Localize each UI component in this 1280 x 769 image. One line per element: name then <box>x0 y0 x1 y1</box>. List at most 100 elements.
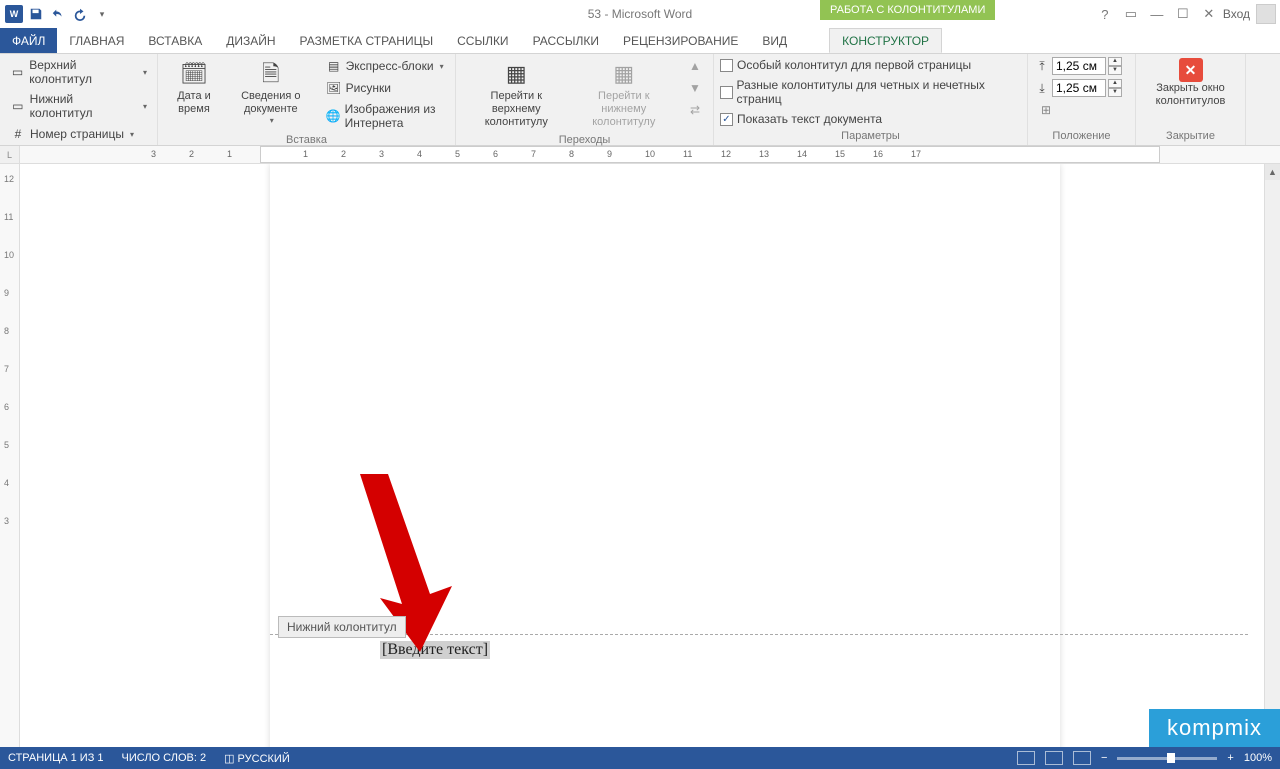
ruler-tick: 3 <box>379 149 384 159</box>
undo-icon[interactable] <box>48 4 68 24</box>
status-words[interactable]: ЧИСЛО СЛОВ: 2 <box>122 752 207 764</box>
spin-down-icon[interactable]: ▼ <box>1108 88 1122 97</box>
qat-customize-icon[interactable]: ▾ <box>92 4 112 24</box>
ruler-tick: 15 <box>835 149 845 159</box>
tab-home[interactable]: ГЛАВНАЯ <box>57 28 136 53</box>
pictures-icon: 🖼 <box>326 80 342 96</box>
header-icon: ▭ <box>10 64 25 80</box>
minimize-icon[interactable]: — <box>1145 4 1169 24</box>
online-pictures-icon: 🌐 <box>326 108 341 124</box>
tab-mailings[interactable]: РАССЫЛКИ <box>521 28 611 53</box>
checkbox-icon <box>720 86 733 99</box>
tab-file[interactable]: ФАЙЛ <box>0 28 57 53</box>
pictures-label: Рисунки <box>346 81 391 95</box>
calendar-icon: 🗓 <box>178 58 210 90</box>
page-number-button[interactable]: # Номер страницы▾ <box>6 124 151 144</box>
window-title: 53 - Microsoft Word <box>588 7 692 21</box>
quick-parts-button[interactable]: ▤ Экспресс-блоки▾ <box>322 56 449 76</box>
ruler-tick: 5 <box>455 149 460 159</box>
ruler-tick: 13 <box>759 149 769 159</box>
ruler-tick: 12 <box>721 149 731 159</box>
close-header-footer-button[interactable]: ✕ Закрыть окно колонтитулов <box>1142 56 1239 110</box>
view-print-icon[interactable] <box>1045 751 1063 765</box>
zoom-slider[interactable] <box>1117 757 1217 760</box>
tab-insert[interactable]: ВСТАВКА <box>136 28 214 53</box>
vruler-tick: 8 <box>4 326 9 336</box>
ruler-tick: 4 <box>417 149 422 159</box>
quick-parts-icon: ▤ <box>326 58 342 74</box>
zoom-out-icon[interactable]: − <box>1101 752 1107 764</box>
status-language[interactable]: ◫ РУССКИЙ <box>224 752 290 765</box>
zoom-in-icon[interactable]: + <box>1227 752 1233 764</box>
spin-up-icon[interactable]: ▲ <box>1108 79 1122 88</box>
context-tab-header: РАБОТА С КОЛОНТИТУЛАМИ <box>820 0 995 20</box>
tab-layout[interactable]: РАЗМЕТКА СТРАНИЦЫ <box>288 28 446 53</box>
ruler-tick: 10 <box>645 149 655 159</box>
tab-design[interactable]: ДИЗАЙН <box>214 28 287 53</box>
ruler-corner[interactable]: L <box>0 146 20 163</box>
ruler-tick: 7 <box>531 149 536 159</box>
date-time-button[interactable]: 🗓 Дата и время <box>164 56 224 118</box>
pictures-button[interactable]: 🖼 Рисунки <box>322 78 449 98</box>
close-window-icon[interactable]: ✕ <box>1197 4 1221 24</box>
ribbon-display-icon[interactable]: ▭ <box>1119 4 1143 24</box>
date-time-label: Дата и время <box>170 90 218 116</box>
view-read-icon[interactable] <box>1017 751 1035 765</box>
save-icon[interactable] <box>26 4 46 24</box>
tab-view[interactable]: ВИД <box>750 28 799 53</box>
goto-footer-icon: ▦ <box>608 58 640 90</box>
align-tab-button[interactable]: ⊞ <box>1034 100 1122 120</box>
show-doc-checkbox[interactable]: ✓ Показать текст документа <box>720 110 1021 128</box>
horizontal-ruler[interactable]: 3211234567891011121314151617 <box>20 146 1280 163</box>
footer-button[interactable]: ▭ Нижний колонтитул▾ <box>6 90 151 122</box>
view-web-icon[interactable] <box>1073 751 1091 765</box>
word-app-icon[interactable]: W <box>4 4 24 24</box>
scroll-up-icon[interactable]: ▲ <box>1265 164 1280 180</box>
ruler-tick: 1 <box>227 149 232 159</box>
ruler-tick: 17 <box>911 149 921 159</box>
page-number-label: Номер страницы <box>30 127 124 141</box>
ruler-tick: 16 <box>873 149 883 159</box>
redo-icon[interactable] <box>70 4 90 24</box>
spin-up-icon[interactable]: ▲ <box>1108 57 1122 66</box>
ruler-tick: 3 <box>151 149 156 159</box>
vruler-tick: 3 <box>4 516 9 526</box>
signin-link[interactable]: Вход <box>1223 7 1250 21</box>
group-close-label: Закрытие <box>1142 128 1239 145</box>
help-icon[interactable]: ? <box>1093 4 1117 24</box>
online-pictures-button[interactable]: 🌐 Изображения из Интернета <box>322 100 449 132</box>
odd-even-label: Разные колонтитулы для четных и нечетных… <box>737 78 1021 106</box>
vertical-ruler[interactable]: 1211109876543 <box>0 164 20 747</box>
vruler-tick: 5 <box>4 440 9 450</box>
goto-header-label: Перейти к верхнему колонтитулу <box>468 90 565 130</box>
nav-link-button: ⇄ <box>683 100 707 120</box>
ruler-tick: 14 <box>797 149 807 159</box>
document-page[interactable] <box>270 164 1060 747</box>
header-button[interactable]: ▭ Верхний колонтитул▾ <box>6 56 151 88</box>
bottom-margin-input[interactable] <box>1052 79 1106 97</box>
odd-even-checkbox[interactable]: Разные колонтитулы для четных и нечетных… <box>720 76 1021 108</box>
status-page[interactable]: СТРАНИЦА 1 ИЗ 1 <box>8 752 104 764</box>
footer-placeholder-text[interactable]: [Введите текст] <box>380 641 490 659</box>
page-number-icon: # <box>10 126 26 142</box>
avatar-icon[interactable] <box>1256 4 1276 24</box>
maximize-icon[interactable]: ☐ <box>1171 4 1195 24</box>
doc-info-icon: 🗎 <box>255 58 287 90</box>
online-pictures-label: Изображения из Интернета <box>345 102 445 130</box>
footer-label: Нижний колонтитул <box>30 92 137 120</box>
top-margin-icon: ⤒ <box>1034 58 1050 74</box>
top-margin-input[interactable] <box>1052 57 1106 75</box>
vertical-scrollbar[interactable]: ▲ <box>1264 164 1280 747</box>
tab-references[interactable]: ССЫЛКИ <box>445 28 520 53</box>
tab-constructor[interactable]: КОНСТРУКТОР <box>829 28 942 53</box>
doc-info-button[interactable]: 🗎 Сведения о документе▾ <box>224 56 318 128</box>
group-position-label: Положение <box>1034 128 1129 145</box>
first-page-checkbox[interactable]: Особый колонтитул для первой страницы <box>720 56 1021 74</box>
spin-down-icon[interactable]: ▼ <box>1108 66 1122 75</box>
zoom-level[interactable]: 100% <box>1244 752 1272 764</box>
vruler-tick: 12 <box>4 174 14 184</box>
ruler-tick: 8 <box>569 149 574 159</box>
vruler-tick: 11 <box>4 212 13 222</box>
tab-review[interactable]: РЕЦЕНЗИРОВАНИЕ <box>611 28 750 53</box>
goto-header-button[interactable]: ▦ Перейти к верхнему колонтитулу <box>462 56 571 132</box>
